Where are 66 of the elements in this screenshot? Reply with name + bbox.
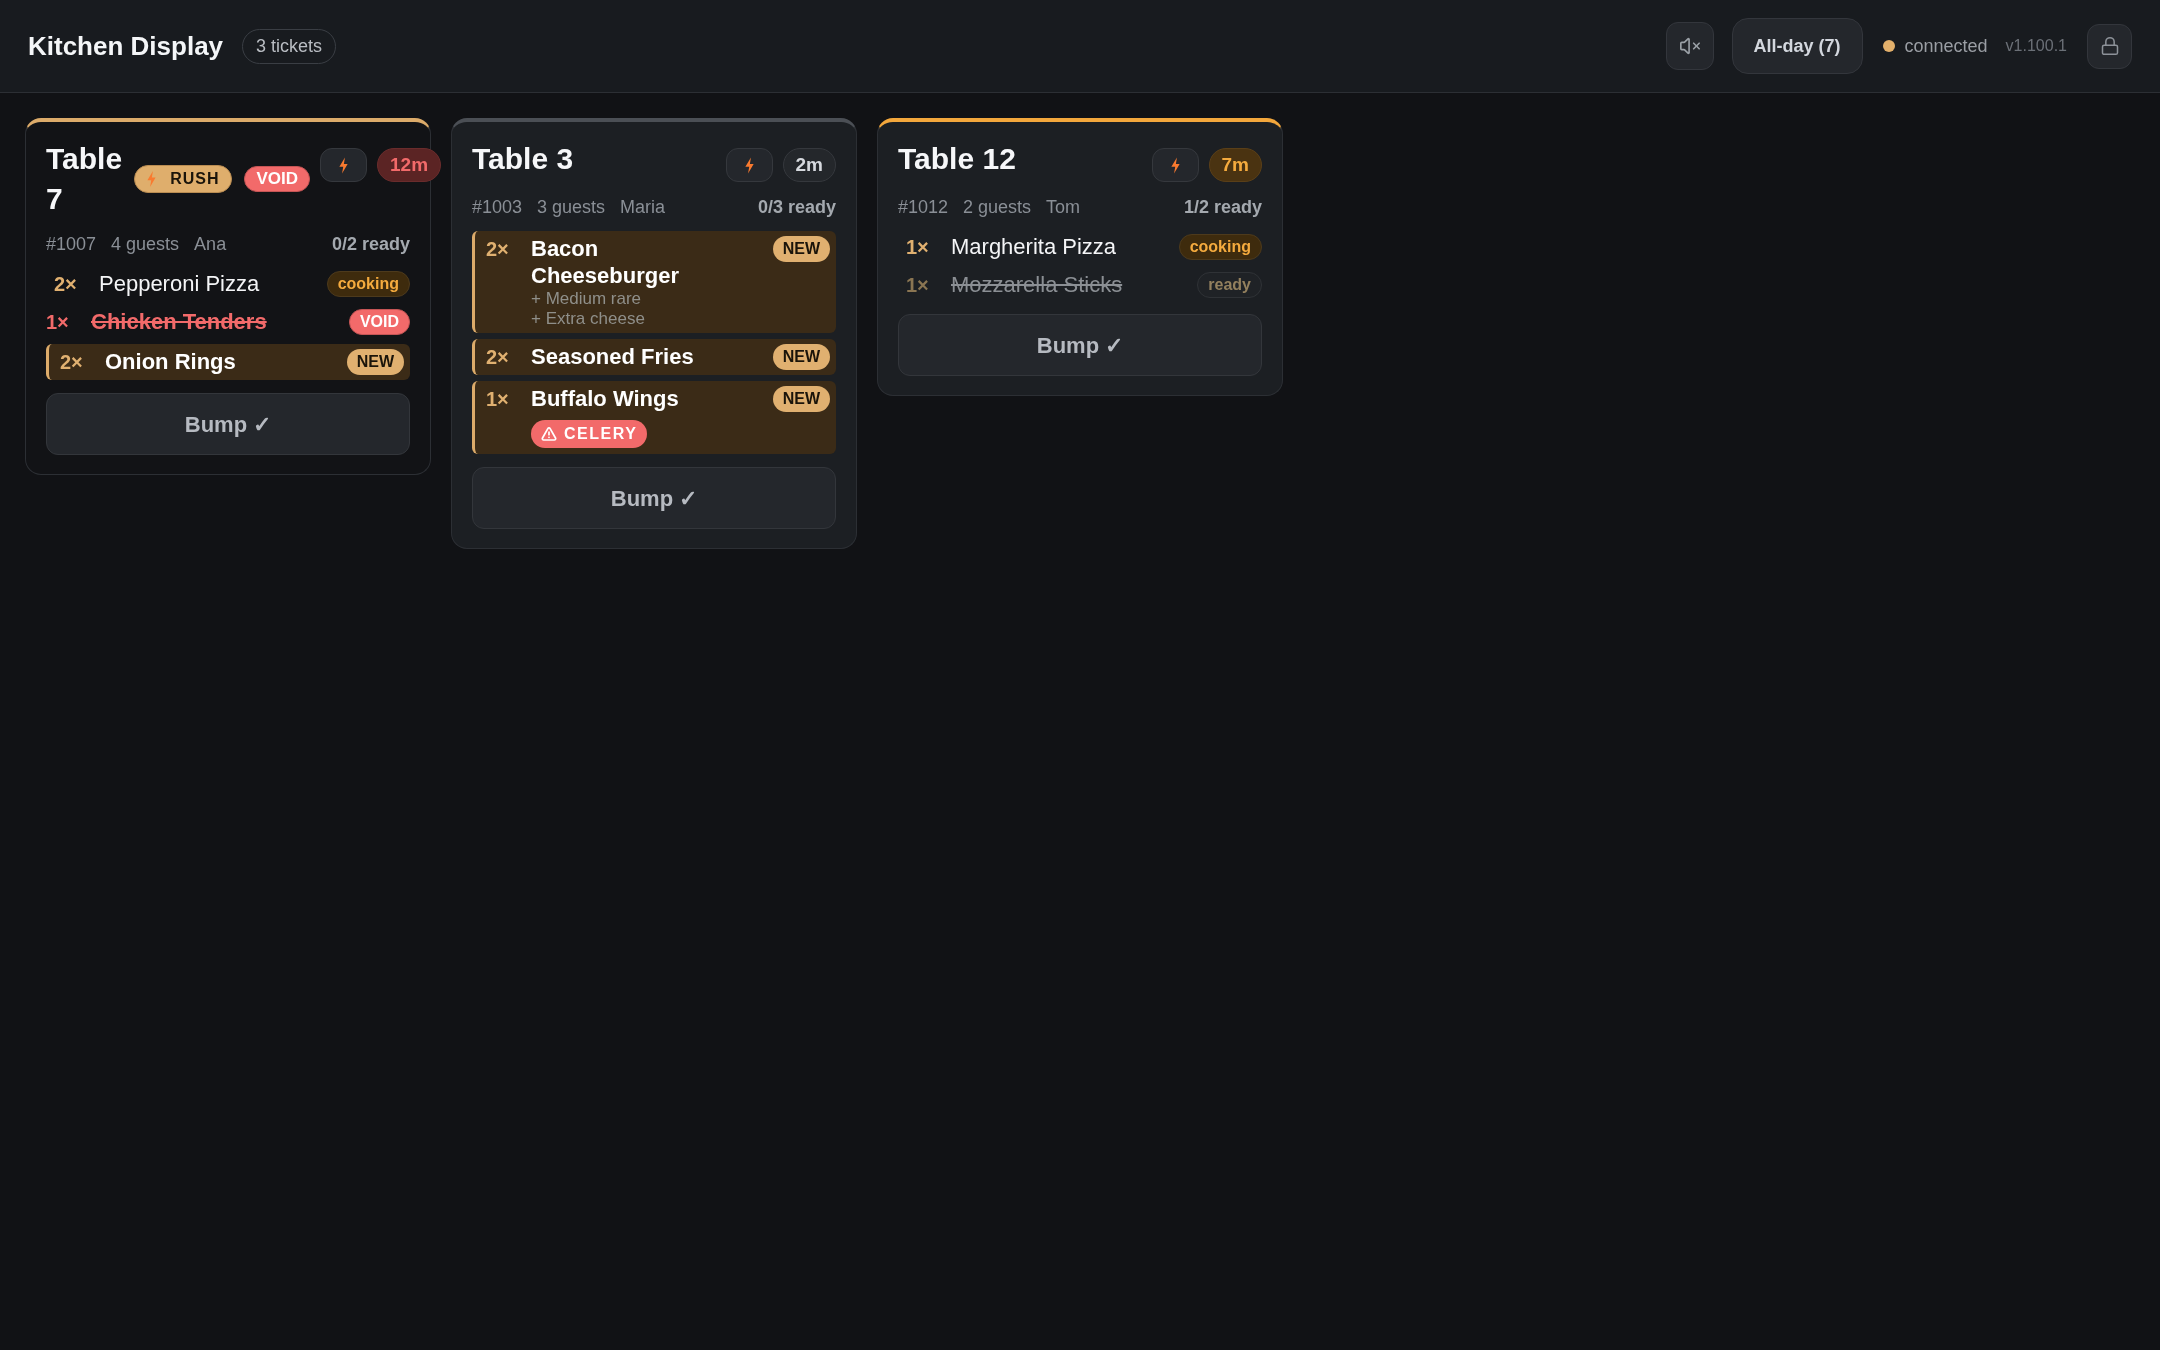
item-name: Seasoned Fries bbox=[531, 343, 694, 370]
order-number: #1003 bbox=[472, 196, 523, 219]
item-name: Onion Rings bbox=[105, 348, 236, 375]
timer-badge: 7m bbox=[1208, 148, 1262, 182]
status-badge: NEW bbox=[346, 349, 404, 375]
guest-count: 2 guests bbox=[963, 196, 1032, 219]
status-badge: ready bbox=[1197, 272, 1262, 298]
bump-button[interactable]: Bump ✓ bbox=[898, 314, 1262, 376]
item-name: Margherita Pizza bbox=[951, 233, 1117, 260]
timer-badge: 12m bbox=[377, 148, 442, 182]
muted-speaker-icon bbox=[1678, 35, 1701, 57]
void-badge: VOID bbox=[244, 166, 311, 192]
item-name: Pepperoni Pizza bbox=[99, 270, 260, 297]
status-badge: cooking bbox=[1178, 234, 1262, 260]
bump-button[interactable]: Bump ✓ bbox=[46, 393, 410, 455]
item-quantity: 1× bbox=[486, 387, 510, 412]
item-quantity: 2× bbox=[60, 350, 84, 375]
bump-button[interactable]: Bump ✓ bbox=[472, 467, 836, 529]
order-number: #1012 bbox=[898, 196, 949, 219]
allergen-label: CELERY bbox=[564, 426, 638, 442]
timer-badge: 2m bbox=[782, 148, 836, 182]
item-name: Chicken Tenders bbox=[91, 308, 267, 335]
lightning-button[interactable] bbox=[725, 148, 773, 182]
status-badge: VOID bbox=[348, 309, 410, 335]
guest-count: 3 guests bbox=[537, 196, 606, 219]
ready-count: 0/2 ready bbox=[331, 233, 410, 256]
ready-count: 0/3 ready bbox=[757, 196, 836, 219]
item-name: Bacon Cheeseburger bbox=[531, 235, 680, 289]
lightning-icon bbox=[1170, 156, 1180, 174]
item-quantity: 2× bbox=[486, 237, 510, 262]
lightning-icon bbox=[744, 156, 754, 174]
table-title: Table 3 bbox=[472, 141, 574, 177]
rush-label: RUSH bbox=[170, 171, 220, 187]
ready-count: 1/2 ready bbox=[1183, 196, 1262, 219]
lightning-icon bbox=[339, 156, 349, 174]
status-badge: cooking bbox=[326, 271, 410, 297]
all-day-button[interactable]: All-day (7) bbox=[1731, 18, 1863, 74]
version-label: v1.100.1 bbox=[2005, 36, 2067, 56]
lightning-button[interactable] bbox=[320, 148, 368, 182]
lock-icon bbox=[2099, 36, 2120, 56]
item-quantity: 1× bbox=[46, 310, 70, 335]
item-modifier: + Medium rare bbox=[531, 289, 642, 309]
item-quantity: 1× bbox=[906, 235, 930, 260]
table-title: Table 12 bbox=[898, 141, 1016, 177]
mute-button[interactable] bbox=[1665, 22, 1714, 70]
item-name: Mozzarella Sticks bbox=[951, 271, 1123, 298]
status-badge: NEW bbox=[772, 386, 830, 412]
guest-count: 4 guests bbox=[111, 233, 180, 256]
lock-button[interactable] bbox=[2087, 23, 2132, 69]
status-badge: NEW bbox=[772, 236, 830, 262]
item-modifier: + Extra cheese bbox=[531, 309, 645, 329]
server-name: Ana bbox=[194, 233, 227, 256]
item-quantity: 2× bbox=[486, 345, 510, 370]
connection-status: connected bbox=[1904, 34, 1988, 58]
status-badge: NEW bbox=[772, 344, 830, 370]
order-number: #1007 bbox=[46, 233, 97, 256]
lightning-icon bbox=[147, 171, 157, 187]
item-name: Buffalo Wings bbox=[531, 385, 679, 412]
item-quantity: 2× bbox=[54, 272, 78, 297]
table-title: Table 7 bbox=[46, 141, 123, 217]
server-name: Tom bbox=[1046, 196, 1081, 219]
lightning-button[interactable] bbox=[1151, 148, 1199, 182]
item-quantity: 1× bbox=[906, 273, 930, 298]
page-title: Kitchen Display bbox=[28, 29, 224, 63]
warning-icon bbox=[541, 426, 557, 442]
server-name: Maria bbox=[620, 196, 666, 219]
